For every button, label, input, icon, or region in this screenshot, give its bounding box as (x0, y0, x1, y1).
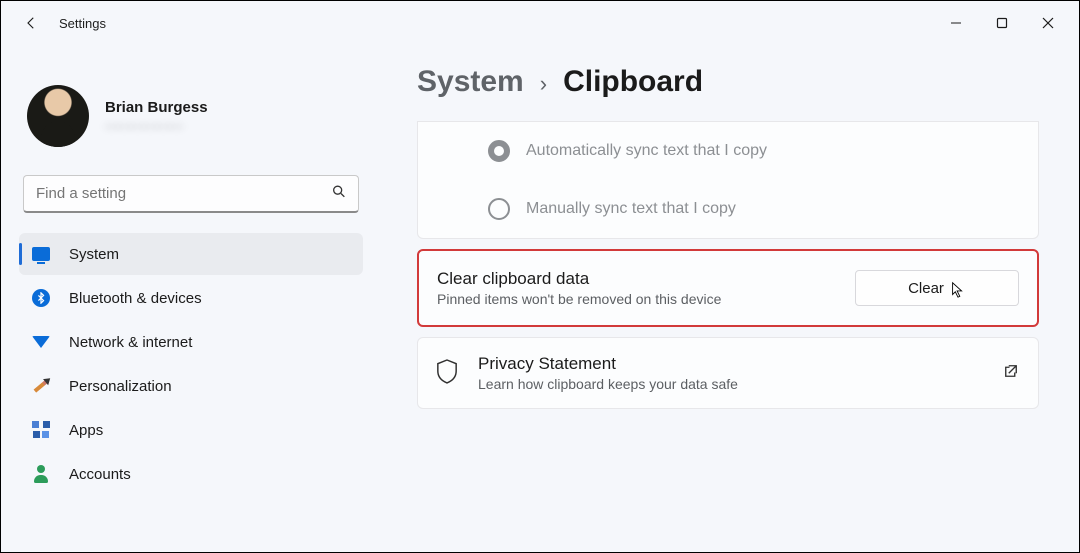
radio-icon (488, 198, 510, 220)
breadcrumb-parent[interactable]: System (417, 65, 524, 99)
profile-name: Brian Burgess (105, 99, 208, 116)
avatar (27, 85, 89, 147)
profile-block[interactable]: Brian Burgess —————— (19, 61, 363, 175)
sync-option-manual[interactable]: Manually sync text that I copy (418, 180, 1038, 238)
radio-icon (488, 140, 510, 162)
nav-item-bluetooth[interactable]: Bluetooth & devices (19, 277, 363, 319)
monitor-icon (31, 244, 51, 264)
open-external-icon[interactable] (1002, 362, 1020, 385)
app-title: Settings (59, 16, 106, 31)
nav-label: Personalization (69, 378, 172, 395)
clear-subtitle: Pinned items won't be removed on this de… (437, 291, 721, 307)
title-bar: Settings (1, 1, 1079, 45)
main-panel: System › Clipboard Automatically sync te… (381, 45, 1079, 552)
shield-icon (436, 358, 458, 389)
clear-clipboard-card: Clear clipboard data Pinned items won't … (417, 249, 1039, 327)
nav-label: Network & internet (69, 334, 192, 351)
nav-label: Accounts (69, 466, 131, 483)
sidebar: Brian Burgess —————— System Bluetooth & … (1, 45, 381, 552)
wifi-icon (31, 332, 51, 352)
privacy-title: Privacy Statement (478, 354, 982, 374)
nav-item-network[interactable]: Network & internet (19, 321, 363, 363)
privacy-subtitle: Learn how clipboard keeps your data safe (478, 376, 982, 392)
nav-item-accounts[interactable]: Accounts (19, 453, 363, 495)
nav-list: System Bluetooth & devices Network & int… (19, 233, 363, 495)
nav-label: Bluetooth & devices (69, 290, 202, 307)
user-icon (31, 464, 51, 484)
search-icon (331, 184, 347, 205)
sync-option-auto[interactable]: Automatically sync text that I copy (418, 122, 1038, 180)
close-button[interactable] (1025, 7, 1071, 39)
apps-icon (31, 420, 51, 440)
breadcrumb: System › Clipboard (417, 65, 1039, 99)
pencil-icon (31, 376, 51, 396)
bluetooth-icon (31, 288, 51, 308)
chevron-right-icon: › (540, 71, 547, 97)
radio-label: Manually sync text that I copy (526, 200, 736, 218)
profile-email: —————— (105, 118, 208, 133)
search-box (23, 175, 359, 213)
back-button[interactable] (19, 11, 43, 35)
privacy-card[interactable]: Privacy Statement Learn how clipboard ke… (417, 337, 1039, 409)
nav-item-personalization[interactable]: Personalization (19, 365, 363, 407)
sync-options-card: Automatically sync text that I copy Manu… (417, 121, 1039, 239)
radio-label: Automatically sync text that I copy (526, 142, 767, 160)
minimize-button[interactable] (933, 7, 979, 39)
clear-button-label: Clear (908, 280, 944, 297)
nav-label: Apps (69, 422, 103, 439)
clear-title: Clear clipboard data (437, 269, 721, 289)
clear-button[interactable]: Clear (855, 270, 1019, 306)
nav-label: System (69, 246, 119, 263)
cursor-icon (950, 281, 966, 299)
nav-item-apps[interactable]: Apps (19, 409, 363, 451)
maximize-button[interactable] (979, 7, 1025, 39)
search-input[interactable] (23, 175, 359, 213)
nav-item-system[interactable]: System (19, 233, 363, 275)
breadcrumb-current: Clipboard (563, 65, 703, 99)
